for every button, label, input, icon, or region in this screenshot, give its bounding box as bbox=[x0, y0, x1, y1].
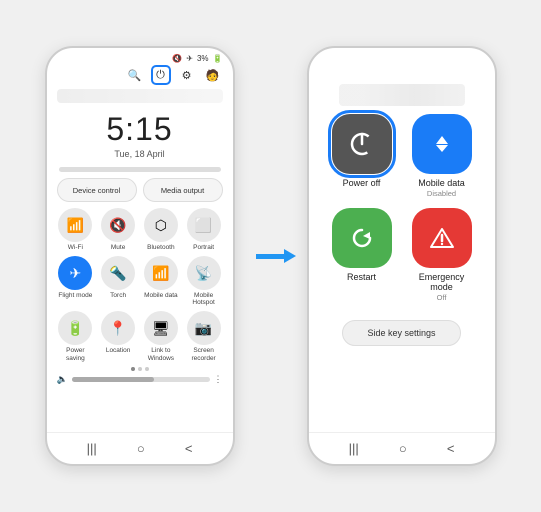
blurred-notifications bbox=[57, 89, 223, 103]
mute-label: Mute bbox=[111, 244, 125, 251]
battery-text: 3% bbox=[197, 54, 209, 63]
tile-flight: ✈ Flight mode bbox=[57, 256, 95, 306]
arrow-shaft bbox=[256, 254, 286, 259]
tile-torch: 🔦 Torch bbox=[99, 256, 137, 306]
flight-label: Flight mode bbox=[58, 292, 92, 299]
location-icon[interactable]: 📍 bbox=[101, 311, 135, 345]
nav-recent-icon[interactable]: < bbox=[185, 441, 193, 456]
right-nav-recent-icon[interactable]: < bbox=[447, 441, 455, 456]
hotspot-label: Mobile Hotspot bbox=[185, 292, 223, 306]
right-nav-bar: ||| ○ < bbox=[309, 432, 495, 464]
tile-power-saving: 🔋 Power saving bbox=[57, 311, 95, 361]
left-phone: 🔇 ✈ 3% 🔋 🔍 ⏻ ⚙ 🧑 5:15 Tue, 18 April Devi… bbox=[45, 46, 235, 466]
control-buttons: Device control Media output bbox=[57, 178, 223, 202]
volume-level bbox=[72, 377, 155, 382]
tile-mute: 🔇 Mute bbox=[99, 208, 137, 251]
tile-location: 📍 Location bbox=[99, 311, 137, 361]
media-output-button[interactable]: Media output bbox=[143, 178, 223, 202]
screen-recorder-icon[interactable]: 📷 bbox=[187, 311, 221, 345]
hotspot-icon[interactable]: 📡 bbox=[187, 256, 221, 290]
portrait-label: Portrait bbox=[193, 244, 214, 251]
mute-icon[interactable]: 🔇 bbox=[101, 208, 135, 242]
screen-recorder-label: Screen recorder bbox=[185, 347, 223, 361]
volume-bar[interactable] bbox=[72, 377, 210, 382]
bluetooth-icon[interactable]: ⬡ bbox=[144, 208, 178, 242]
gear-icon[interactable]: ⚙ bbox=[177, 65, 197, 85]
torch-icon[interactable]: 🔦 bbox=[101, 256, 135, 290]
power-saving-icon[interactable]: 🔋 bbox=[58, 311, 92, 345]
power-menu-grid: Power off Mobile data Disabled bbox=[309, 114, 495, 302]
emergency-button[interactable] bbox=[412, 208, 472, 268]
quick-icons-row: 🔍 ⏻ ⚙ 🧑 bbox=[47, 65, 233, 89]
volume-bar-row: 🔈 ⋮ bbox=[57, 374, 223, 385]
restart-label: Restart bbox=[347, 272, 376, 282]
right-blurred-title bbox=[339, 84, 465, 106]
wifi-label: Wi-Fi bbox=[68, 244, 83, 251]
left-nav-bar: ||| ○ < bbox=[47, 432, 233, 464]
status-bt-icon: ✈ bbox=[186, 54, 193, 63]
quick-settings-grid: 📶 Wi-Fi 🔇 Mute ⬡ Bluetooth ⬜ Portrait ✈ … bbox=[57, 208, 223, 362]
restart-item: Restart bbox=[327, 208, 397, 302]
power-icon[interactable]: ⏻ bbox=[151, 65, 171, 85]
nav-back-icon[interactable]: ||| bbox=[87, 441, 97, 456]
search-icon[interactable]: 🔍 bbox=[125, 65, 145, 85]
device-control-button[interactable]: Device control bbox=[57, 178, 137, 202]
person-icon[interactable]: 🧑 bbox=[203, 65, 223, 85]
right-nav-back-icon[interactable]: ||| bbox=[349, 441, 359, 456]
wifi-icon[interactable]: 📶 bbox=[58, 208, 92, 242]
volume-icon: 🔈 bbox=[57, 374, 68, 385]
right-status-bar bbox=[309, 48, 495, 74]
arrow-container bbox=[251, 254, 291, 259]
tile-link-windows: 🖥 Link to Windows bbox=[142, 311, 180, 361]
mobile-data-button[interactable] bbox=[412, 114, 472, 174]
flight-icon[interactable]: ✈ bbox=[58, 256, 92, 290]
mobile-data-icon[interactable]: 📶 bbox=[144, 256, 178, 290]
tile-screen-recorder: 📷 Screen recorder bbox=[185, 311, 223, 361]
nav-home-icon[interactable]: ○ bbox=[137, 441, 145, 456]
right-phone: Power off Mobile data Disabled bbox=[307, 46, 497, 466]
tile-bluetooth: ⬡ Bluetooth bbox=[142, 208, 180, 251]
time-display: 5:15 bbox=[47, 111, 233, 148]
time-area: 5:15 Tue, 18 April bbox=[47, 103, 233, 161]
restart-button[interactable] bbox=[332, 208, 392, 268]
tile-mobile-data: 📶 Mobile data bbox=[142, 256, 180, 306]
battery-icon: 🔋 bbox=[213, 54, 223, 63]
dot-3 bbox=[145, 367, 149, 371]
emergency-sublabel: Off bbox=[437, 293, 447, 302]
dot-1 bbox=[131, 367, 135, 371]
brightness-bar[interactable] bbox=[59, 167, 221, 172]
dot-2 bbox=[138, 367, 142, 371]
status-sound-icon: 🔇 bbox=[172, 54, 182, 63]
volume-more-icon[interactable]: ⋮ bbox=[214, 374, 223, 385]
side-key-settings-button[interactable]: Side key settings bbox=[342, 320, 460, 346]
power-off-button[interactable] bbox=[332, 114, 392, 174]
arrow bbox=[256, 254, 286, 259]
tile-portrait: ⬜ Portrait bbox=[185, 208, 223, 251]
emergency-label: Emergency mode bbox=[407, 272, 477, 292]
torch-label: Torch bbox=[110, 292, 126, 299]
dots-row bbox=[47, 367, 233, 371]
date-display: Tue, 18 April bbox=[47, 149, 233, 159]
location-label: Location bbox=[106, 347, 131, 354]
mobile-data-item: Mobile data Disabled bbox=[407, 114, 477, 198]
side-key-section: Side key settings bbox=[327, 320, 477, 346]
mobile-data-label: Mobile data bbox=[418, 178, 465, 188]
portrait-icon[interactable]: ⬜ bbox=[187, 208, 221, 242]
power-off-label: Power off bbox=[343, 178, 381, 188]
emergency-item: Emergency mode Off bbox=[407, 208, 477, 302]
tile-hotspot: 📡 Mobile Hotspot bbox=[185, 256, 223, 306]
right-nav-home-icon[interactable]: ○ bbox=[399, 441, 407, 456]
link-windows-label: Link to Windows bbox=[142, 347, 180, 361]
mobile-data-label: Mobile data bbox=[144, 292, 178, 299]
bluetooth-label: Bluetooth bbox=[147, 244, 174, 251]
link-windows-icon[interactable]: 🖥 bbox=[144, 311, 178, 345]
power-saving-label: Power saving bbox=[57, 347, 95, 361]
power-off-item: Power off bbox=[327, 114, 397, 198]
status-bar: 🔇 ✈ 3% 🔋 bbox=[47, 48, 233, 65]
mobile-data-sublabel: Disabled bbox=[427, 189, 456, 198]
tile-wifi: 📶 Wi-Fi bbox=[57, 208, 95, 251]
